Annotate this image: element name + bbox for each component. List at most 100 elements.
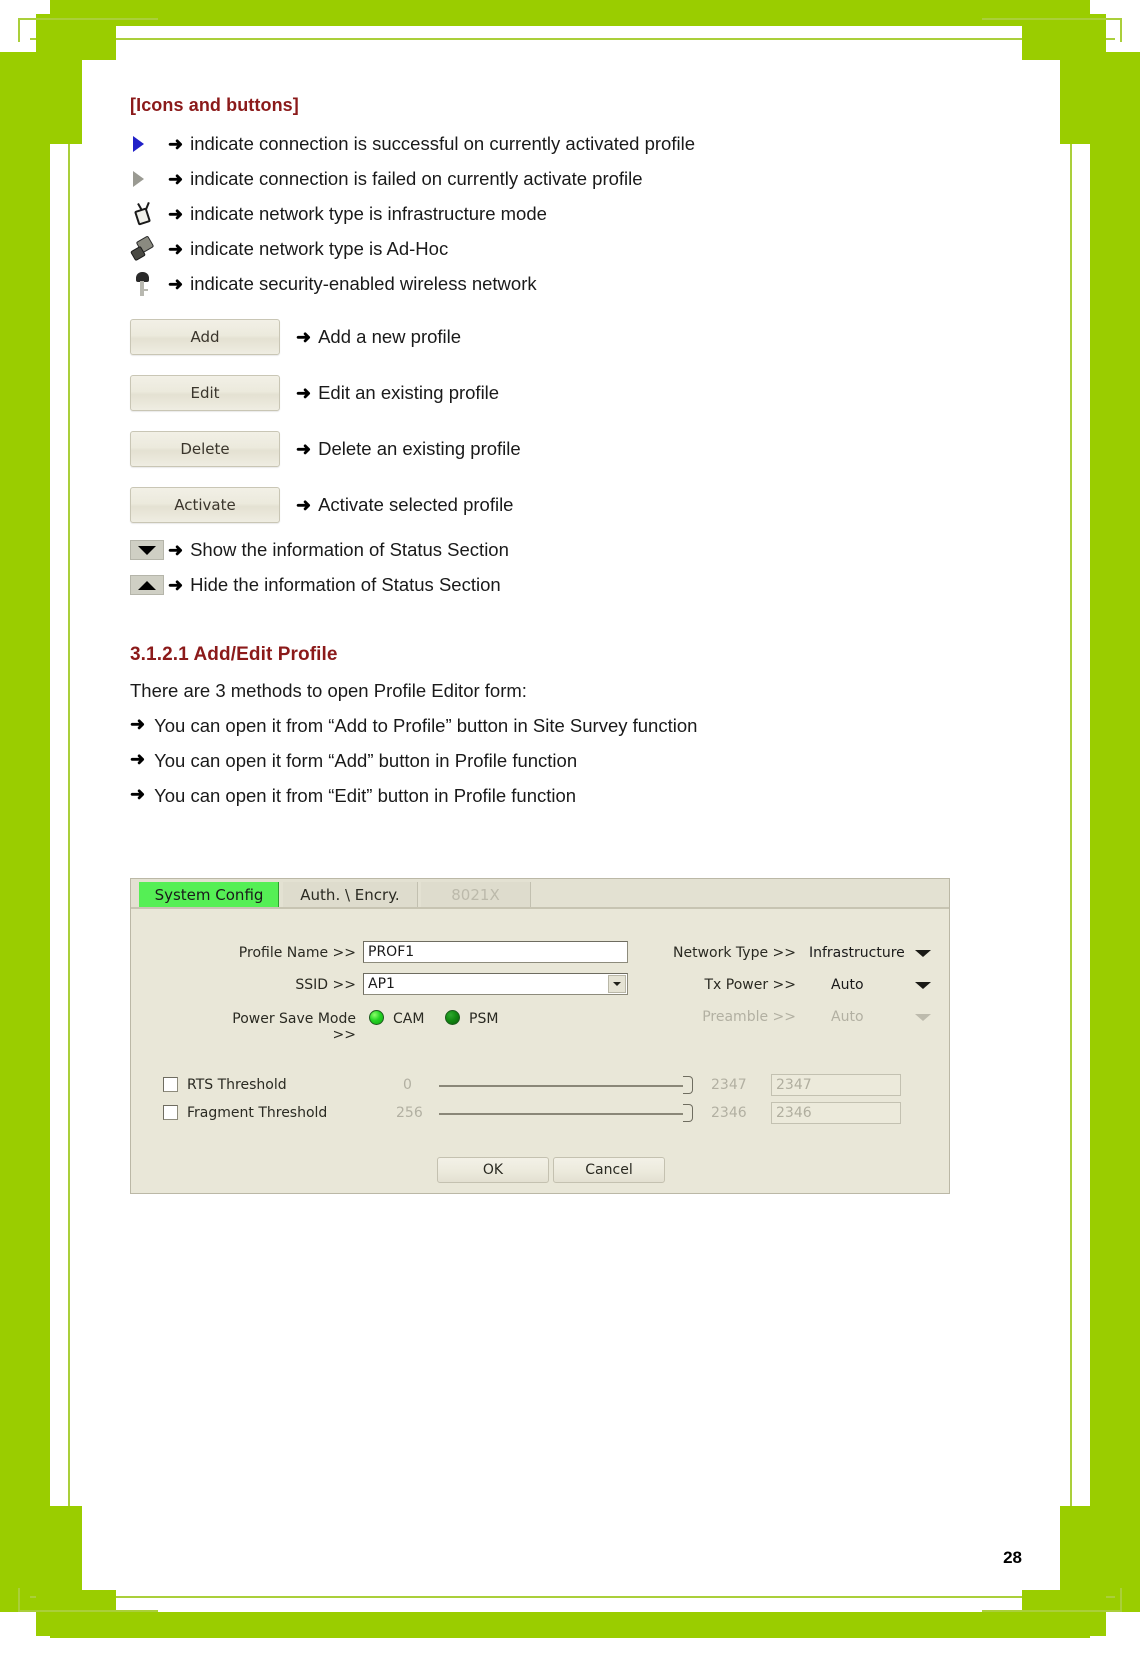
legend-row-add-button: Add ➜ Add a new profile	[130, 319, 975, 355]
fragment-min-value: 256	[396, 1105, 423, 1121]
arrow-glyph: ➜	[168, 133, 184, 154]
play-triangle-blue-icon	[130, 136, 168, 152]
frame-top-bar	[50, 0, 1090, 26]
profile-editor-dialog: System Config Auth. \ Encry. 8021X Profi…	[130, 878, 950, 1194]
key-lock-icon	[130, 271, 168, 297]
radio-psm[interactable]	[445, 1010, 460, 1025]
legend-text: indicate network type is Ad-Hoc	[190, 238, 449, 259]
page-number: 28	[1003, 1548, 1022, 1567]
ad-hoc-devices-icon	[130, 235, 168, 262]
radio-cam-label: CAM	[393, 1011, 425, 1027]
document-page: [Icons and buttons] ➜ indicate connectio…	[0, 0, 1140, 1654]
frame-outline-top-left	[18, 18, 158, 42]
subsection-intro: There are 3 methods to open Profile Edit…	[130, 680, 527, 701]
arrow-glyph: ➜	[168, 273, 184, 294]
section-heading: [Icons and buttons]	[130, 95, 299, 115]
rts-threshold-label: RTS Threshold	[187, 1077, 287, 1093]
tab-system-config[interactable]: System Config	[139, 882, 279, 908]
frame-outline-bottom-left	[18, 1588, 158, 1612]
rts-threshold-checkbox[interactable]	[163, 1077, 178, 1092]
chevron-down-icon	[915, 1014, 931, 1021]
legend-text: Add a new profile	[318, 326, 462, 347]
preamble-value: Auto	[831, 1009, 864, 1025]
legend-row-edit-button: Edit ➜ Edit an existing profile	[130, 375, 975, 411]
rts-min-value: 0	[403, 1077, 412, 1093]
rts-slider-knob[interactable]	[683, 1076, 693, 1094]
fragment-threshold-input[interactable]: 2346	[771, 1102, 901, 1124]
network-type-value[interactable]: Infrastructure	[809, 945, 905, 961]
legend-text: Show the information of Status Section	[190, 539, 509, 560]
legend-text: indicate connection is failed on current…	[190, 168, 643, 189]
arrow-glyph: ➜	[296, 326, 312, 347]
tab-8021x: 8021X	[421, 882, 531, 908]
delete-button[interactable]: Delete	[130, 431, 280, 467]
legend-text: indicate connection is successful on cur…	[190, 133, 695, 154]
chevron-down-icon[interactable]	[915, 982, 931, 989]
frame-outline-bottom-right	[982, 1588, 1122, 1612]
arrow-glyph: ➜	[168, 574, 184, 595]
radio-psm-label: PSM	[469, 1011, 499, 1027]
fragment-slider-knob[interactable]	[683, 1104, 693, 1122]
tab-auth-encry[interactable]: Auth. \ Encry.	[283, 882, 418, 908]
legend-text: indicate network type is infrastructure …	[190, 203, 547, 224]
activate-button[interactable]: Activate	[130, 487, 280, 523]
rts-max-value: 2347	[711, 1077, 747, 1093]
arrow-glyph: ➜	[130, 714, 146, 734]
frame-corner-bottom-right-vert	[1060, 1506, 1106, 1636]
bullet-item: ➜ You can open it form “Add” button in P…	[130, 750, 975, 772]
frame-right-rule	[1070, 18, 1072, 1608]
frame-bottom-rule	[30, 1596, 1115, 1598]
bullet-item: ➜ You can open it from “Add to Profile” …	[130, 715, 975, 737]
ssid-combobox[interactable]: AP1	[363, 973, 628, 995]
dialog-tabstrip: System Config Auth. \ Encry. 8021X	[131, 879, 949, 909]
legend-text: indicate security-enabled wireless netwo…	[190, 273, 537, 294]
frame-outline-top-right	[982, 18, 1122, 42]
arrow-glyph: ➜	[296, 494, 312, 515]
legend-row-security: ➜ indicate security-enabled wireless net…	[130, 269, 975, 299]
chevron-down-icon[interactable]	[915, 950, 931, 957]
rts-slider-track[interactable]	[439, 1085, 689, 1087]
arrow-glyph: ➜	[168, 203, 184, 224]
bullet-item: ➜ You can open it from “Edit” button in …	[130, 785, 975, 807]
bullet-text: You can open it from “Add to Profile” bu…	[154, 715, 698, 736]
fragment-max-value: 2346	[711, 1105, 747, 1121]
frame-right-bar	[1090, 52, 1140, 1612]
access-point-icon	[130, 201, 168, 227]
bullet-text: You can open it form “Add” button in Pro…	[154, 750, 578, 771]
arrow-glyph: ➜	[296, 438, 312, 459]
dialog-body: Profile Name >> PROF1 SSID >> AP1 Power …	[131, 909, 949, 1193]
fragment-threshold-checkbox[interactable]	[163, 1105, 178, 1120]
tx-power-label: Tx Power >>	[704, 977, 796, 993]
arrow-glyph: ➜	[168, 168, 184, 189]
legend-row-hide-status: ➜ Hide the information of Status Section	[130, 570, 975, 600]
legend-row-delete-button: Delete ➜ Delete an existing profile	[130, 431, 975, 467]
frame-corner-bottom-left-vert	[36, 1506, 82, 1636]
ssid-value: AP1	[368, 976, 395, 992]
radio-cam[interactable]	[369, 1010, 384, 1025]
arrow-glyph: ➜	[168, 238, 184, 259]
legend-row-activate-button: Activate ➜ Activate selected profile	[130, 487, 975, 523]
fragment-threshold-label: Fragment Threshold	[187, 1105, 328, 1121]
network-type-label: Network Type >>	[673, 945, 796, 961]
fragment-slider-track[interactable]	[439, 1113, 689, 1115]
legend-text: Edit an existing profile	[318, 382, 500, 403]
play-triangle-gray-icon	[130, 171, 168, 187]
rts-threshold-input[interactable]: 2347	[771, 1074, 901, 1096]
chevron-down-icon[interactable]	[608, 975, 626, 993]
add-button[interactable]: Add	[130, 319, 280, 355]
triangle-down-icon[interactable]	[130, 540, 168, 560]
arrow-glyph: ➜	[130, 749, 146, 769]
legend-text: Activate selected profile	[318, 494, 514, 515]
arrow-glyph: ➜	[168, 539, 184, 560]
power-save-mode-label: Power Save Mode >>	[232, 1011, 356, 1043]
edit-button[interactable]: Edit	[130, 375, 280, 411]
profile-name-input[interactable]: PROF1	[363, 941, 628, 963]
preamble-label: Preamble >>	[702, 1009, 796, 1025]
profile-name-label: Profile Name >>	[238, 945, 356, 961]
bullet-text: You can open it from “Edit” button in Pr…	[154, 785, 577, 806]
tx-power-value[interactable]: Auto	[831, 977, 864, 993]
ok-button[interactable]: OK	[437, 1157, 549, 1183]
triangle-up-icon[interactable]	[130, 575, 168, 595]
cancel-button[interactable]: Cancel	[553, 1157, 665, 1183]
page-content: [Icons and buttons] ➜ indicate connectio…	[130, 95, 975, 820]
